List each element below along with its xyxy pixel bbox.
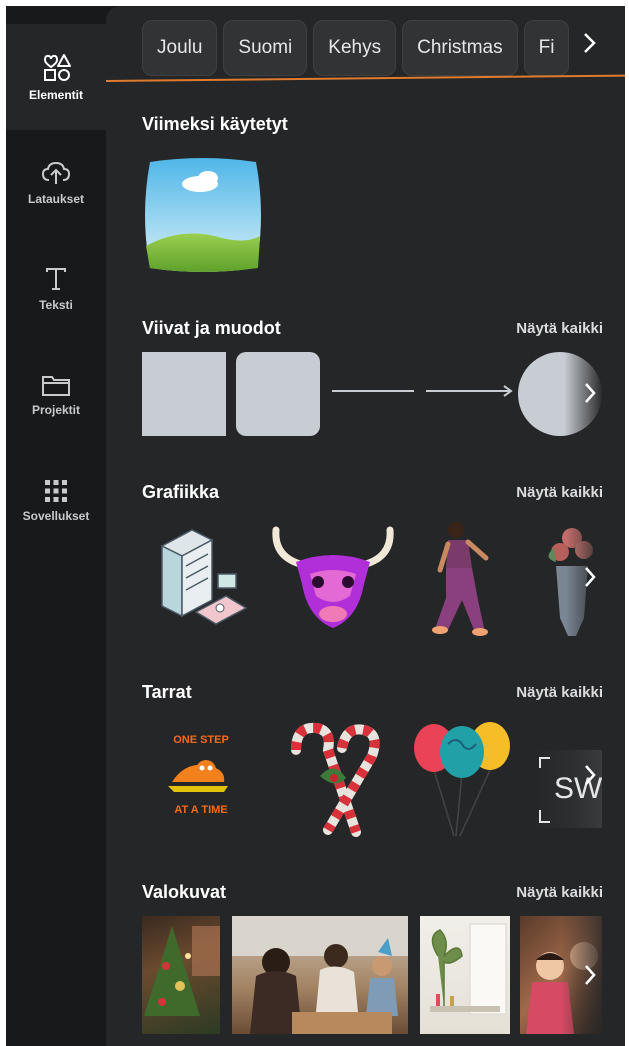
photo-white-room[interactable] — [420, 916, 510, 1034]
elements-side-panel-frame: Elementit Lataukset Teksti Projektit Sov… — [6, 6, 625, 1046]
shapes-see-all-link[interactable]: Näytä kaikki — [516, 320, 603, 337]
line-shape[interactable] — [332, 390, 414, 392]
keyword-chips: Joulu Suomi Kehys Christmas Fi — [142, 20, 602, 78]
chevron-right-icon — [585, 765, 596, 785]
photos-scroll-right-button[interactable] — [577, 962, 603, 992]
elements-icon — [43, 54, 71, 81]
section-title-graphics: Grafiikka — [142, 482, 220, 502]
rail-item-uploads[interactable]: Lataukset — [6, 130, 106, 236]
photo-christmas-tree[interactable] — [142, 916, 220, 1034]
chip-kehys[interactable]: Kehys — [313, 20, 397, 76]
recent-landscape-frame[interactable] — [142, 156, 264, 274]
section-title-photos: Valokuvat — [142, 882, 227, 902]
chip-fi[interactable]: Fi — [523, 20, 570, 76]
graphics-scroll-right-button[interactable] — [577, 564, 603, 594]
chip-christmas[interactable]: Christmas — [402, 20, 518, 76]
chevron-right-icon — [584, 33, 596, 53]
family-playing-photo — [232, 916, 408, 1034]
stickers-see-all-link[interactable]: Näytä kaikki — [516, 684, 603, 701]
dancing-woman-graphic — [432, 522, 489, 636]
white-room-photo — [430, 923, 507, 1015]
rail-item-text[interactable]: Teksti — [6, 236, 106, 342]
left-rail: Elementit Lataukset Teksti Projektit Sov… — [6, 6, 106, 1046]
chips-scroll-right-button[interactable] — [581, 32, 605, 72]
folder-icon — [42, 376, 70, 396]
graphic-bull-head[interactable] — [270, 524, 396, 632]
elements-panel: Joulu Suomi Kehys Christmas Fi Viimeksi käyt… — [106, 6, 625, 1046]
shapes-scroll-right-button[interactable] — [577, 380, 603, 410]
upload-cloud-icon — [41, 161, 71, 184]
balloons-graphic — [414, 722, 510, 837]
rounded-square-shape[interactable] — [236, 352, 320, 436]
bull-head-graphic — [272, 526, 394, 628]
rail-item-label: Lataukset — [27, 192, 85, 206]
section-title-shapes: Viivat ja muodot — [142, 318, 281, 338]
arrow-line-shape[interactable] — [426, 384, 514, 398]
rail-item-apps[interactable]: Sovellukset — [6, 448, 106, 554]
rail-item-elements[interactable]: Elementit — [6, 24, 106, 130]
section-title-stickers: Tarrat — [142, 682, 192, 702]
sticker-candy-canes[interactable] — [276, 720, 386, 838]
graphic-isometric-letter[interactable] — [142, 516, 254, 634]
isometric-building-graphic — [160, 529, 248, 625]
graphic-dancing-woman[interactable] — [412, 518, 502, 640]
photos-see-all-link[interactable]: Näytä kaikki — [516, 884, 603, 901]
square-shape[interactable] — [142, 352, 226, 436]
sticker-text-top: ONE STEP — [173, 734, 229, 746]
chip-suomi[interactable]: Suomi — [223, 20, 308, 76]
rail-item-label: Teksti — [39, 298, 73, 312]
apps-grid-icon — [45, 480, 67, 502]
chevron-right-icon — [585, 383, 596, 403]
running-cat-graphic — [168, 760, 228, 792]
sticker-text-bottom: AT A TIME — [174, 804, 228, 816]
rail-item-label: Elementit — [28, 88, 83, 102]
rail-item-label: Sovellukset — [22, 509, 90, 523]
candy-canes-graphic — [291, 722, 380, 837]
sticker-balloons[interactable] — [410, 720, 514, 838]
chevron-right-icon — [585, 965, 596, 985]
photo-family-playing[interactable] — [232, 916, 408, 1034]
arrow-line-graphic — [426, 385, 513, 397]
chevron-right-icon — [585, 567, 596, 587]
chip-joulu[interactable]: Joulu — [142, 20, 218, 76]
rail-item-label: Projektit — [31, 403, 80, 417]
graphics-see-all-link[interactable]: Näytä kaikki — [516, 484, 603, 501]
sticker-one-step[interactable]: ONE STEP AT A TIME — [152, 728, 248, 820]
rail-item-projects[interactable]: Projektit — [6, 342, 106, 448]
section-title-recent: Viimeksi käytetyt — [142, 114, 288, 134]
stickers-scroll-right-button[interactable] — [577, 762, 603, 792]
landscape-frame-graphic — [145, 158, 261, 272]
text-icon — [46, 268, 66, 290]
christmas-tree-photo — [144, 926, 220, 1016]
